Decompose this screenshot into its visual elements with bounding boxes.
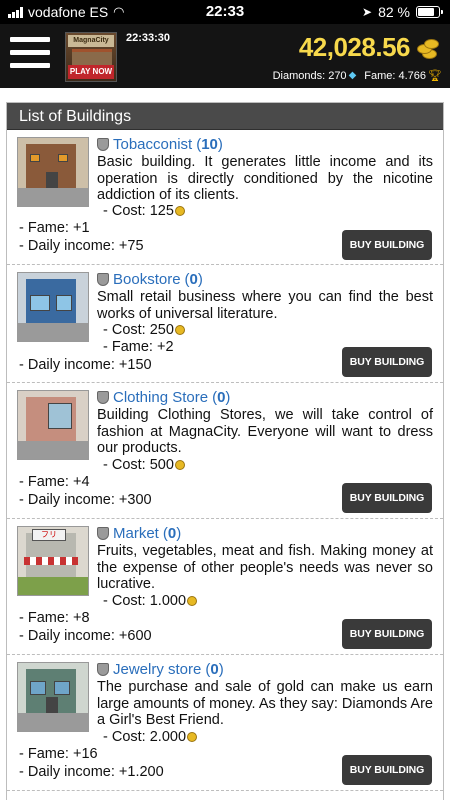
shield-icon [97, 527, 109, 540]
building-description: Building Clothing Stores, we will take c… [97, 407, 433, 456]
shield-icon [97, 391, 109, 404]
promo-banner[interactable]: MagnaCity PLAY NOW [65, 32, 117, 82]
building-fame: - Fame: +8 [19, 610, 90, 626]
building-description: Small retail business where you can find… [97, 289, 433, 322]
bookstore-image [17, 272, 89, 342]
building-fame: - Fame: +2 [103, 339, 174, 355]
building-fame: - Fame: +1 [19, 220, 90, 236]
building-name[interactable]: Market [113, 525, 159, 542]
fame-count: Fame: 4.766 [364, 69, 427, 82]
player-stats: Diamonds: 270 ◆ Fame: 4.766 🏆︎ [272, 69, 442, 83]
coins-icon [414, 35, 440, 61]
building-count: (0) [162, 525, 182, 542]
building-cost: - Cost: 125 [103, 203, 185, 220]
building-count-value: 0 [217, 389, 226, 406]
building-fame: - Fame: +4 [19, 474, 90, 490]
battery-icon [416, 6, 443, 18]
building-income: - Daily income: +75 [19, 238, 144, 254]
coin-icon [174, 460, 185, 470]
shield-icon [97, 138, 109, 151]
buildings-panel: List of Buildings Tobacconist (10) Basic… [6, 102, 444, 800]
status-bar: vodafone ES ◠ 22:33 ➤ 82 % [0, 0, 450, 24]
market-image: フリ [17, 526, 89, 596]
building-title: Tobacconist (10) [97, 136, 223, 153]
jewelry-store-image [17, 662, 89, 732]
building-count-value: 0 [167, 525, 177, 542]
building-count-value: 0 [210, 661, 219, 678]
location-icon: ➤ [362, 5, 373, 19]
building-title: Clothing Store (0) [97, 389, 230, 406]
building-count-value: 10 [201, 136, 218, 153]
shield-icon [97, 273, 109, 286]
building-count: (10) [196, 136, 223, 153]
promo-play-button[interactable]: PLAY NOW [68, 65, 114, 79]
buy-building-button[interactable]: BUY BUILDING [342, 230, 432, 260]
building-item-jewelry-store: Jewelry store (0) The purchase and sale … [7, 655, 443, 791]
buy-building-button[interactable]: BUY BUILDING [342, 755, 432, 785]
diamond-icon: ◆ [348, 70, 357, 81]
building-name[interactable]: Tobacconist [113, 136, 192, 153]
building-income: - Daily income: +300 [19, 492, 152, 508]
building-cost: - Cost: 1.000 [103, 593, 198, 610]
coin-icon [187, 596, 198, 606]
building-income: - Daily income: +1.200 [19, 764, 164, 780]
coin-icon [187, 732, 198, 742]
building-income: - Daily income: +600 [19, 628, 152, 644]
building-cost: - Cost: 500 [103, 457, 185, 474]
buy-building-button[interactable]: BUY BUILDING [342, 483, 432, 513]
building-description: The purchase and sale of gold can make u… [97, 679, 433, 728]
panel-title: List of Buildings [7, 103, 443, 130]
building-title: Bookstore (0) [97, 271, 203, 288]
status-right: ➤ 82 % [362, 4, 443, 20]
building-count: (0) [205, 661, 224, 678]
clothing-store-image [17, 390, 89, 460]
buy-building-button[interactable]: BUY BUILDING [342, 347, 432, 377]
shield-icon [97, 663, 109, 676]
building-title: Market (0) [97, 525, 181, 542]
building-title: Jewelry store (0) [97, 661, 224, 678]
building-item-bookstore: Bookstore (0) Small retail business wher… [7, 265, 443, 383]
building-name[interactable]: Jewelry store [113, 661, 201, 678]
building-count: (0) [212, 389, 231, 406]
diamonds-count: Diamonds: 270 [272, 69, 347, 82]
buy-building-button[interactable]: BUY BUILDING [342, 619, 432, 649]
coin-icon [174, 325, 185, 335]
market-sign-icon: フリ [32, 529, 66, 541]
game-clock: 22:33:30 [126, 32, 171, 44]
money-display: 42,028.56 [299, 32, 440, 63]
building-item-clothing-store: Clothing Store (0) Building Clothing Sto… [7, 383, 443, 519]
building-name[interactable]: Bookstore [113, 271, 181, 288]
building-income: - Daily income: +150 [19, 357, 152, 373]
menu-icon[interactable] [10, 37, 50, 71]
tobacconist-image [17, 137, 89, 207]
building-description: Fruits, vegetables, meat and fish. Makin… [97, 543, 433, 592]
building-item-market: フリ Market (0) Fruits, vegetables, meat a… [7, 519, 443, 655]
building-item-tobacconist: Tobacconist (10) Basic building. It gene… [7, 130, 443, 265]
building-count: (0) [184, 271, 203, 288]
trophy-icon: 🏆︎ [428, 70, 442, 82]
building-fame: - Fame: +16 [19, 746, 98, 762]
app-header: MagnaCity PLAY NOW 22:33:30 42,028.56 Di… [0, 24, 450, 88]
building-description: Basic building. It generates little inco… [97, 154, 433, 203]
coin-icon [174, 206, 185, 216]
building-count-value: 0 [189, 271, 198, 288]
building-cost: - Cost: 250 [103, 322, 185, 339]
battery-percent: 82 % [378, 4, 410, 20]
building-cost: - Cost: 2.000 [103, 729, 198, 746]
building-name[interactable]: Clothing Store [113, 389, 208, 406]
promo-logo: MagnaCity [68, 35, 114, 47]
money-amount: 42,028.56 [298, 32, 411, 62]
